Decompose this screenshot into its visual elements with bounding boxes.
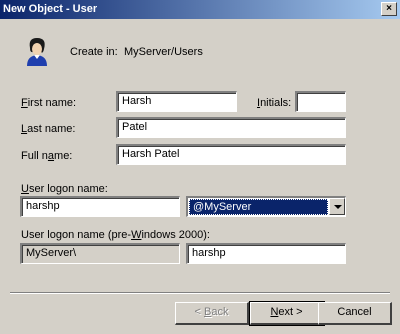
- logon-name-label: User logon name:: [21, 183, 108, 195]
- create-in-value: MyServer/Users: [124, 46, 203, 58]
- upn-suffix-selected: @MyServer: [189, 199, 328, 215]
- upn-suffix-dropdown[interactable]: @MyServer: [186, 196, 346, 217]
- button-separator: [10, 292, 390, 294]
- close-button[interactable]: ×: [381, 2, 397, 16]
- initials-label: Initials:: [257, 97, 292, 109]
- first-name-label: First name:: [21, 97, 77, 109]
- first-name-field[interactable]: Harsh: [116, 91, 237, 112]
- full-name-label: Full name:: [21, 150, 73, 162]
- create-in-label: Create in:: [70, 46, 118, 58]
- last-name-field[interactable]: Patel: [116, 117, 346, 138]
- back-button[interactable]: < Back: [175, 302, 249, 325]
- initials-field[interactable]: [295, 91, 346, 112]
- new-object-user-dialog: New Object - User × Create in: MyServer/…: [0, 0, 400, 334]
- logon-name-field[interactable]: harshp: [20, 196, 180, 217]
- full-name-field[interactable]: Harsh Patel: [116, 144, 346, 165]
- last-name-label: Last name:: [21, 123, 76, 135]
- window-title: New Object - User: [3, 3, 98, 15]
- pre2000-logon-field[interactable]: harshp: [186, 243, 346, 264]
- logon-pre2000-label: User logon name (pre-Windows 2000):: [21, 229, 210, 241]
- pre2000-domain-field: MyServer\: [20, 243, 180, 264]
- user-icon: [27, 38, 47, 66]
- cancel-button[interactable]: Cancel: [318, 302, 392, 325]
- next-button[interactable]: Next >: [249, 301, 325, 326]
- title-bar[interactable]: New Object - User ×: [0, 0, 400, 19]
- chevron-down-icon[interactable]: [329, 198, 345, 215]
